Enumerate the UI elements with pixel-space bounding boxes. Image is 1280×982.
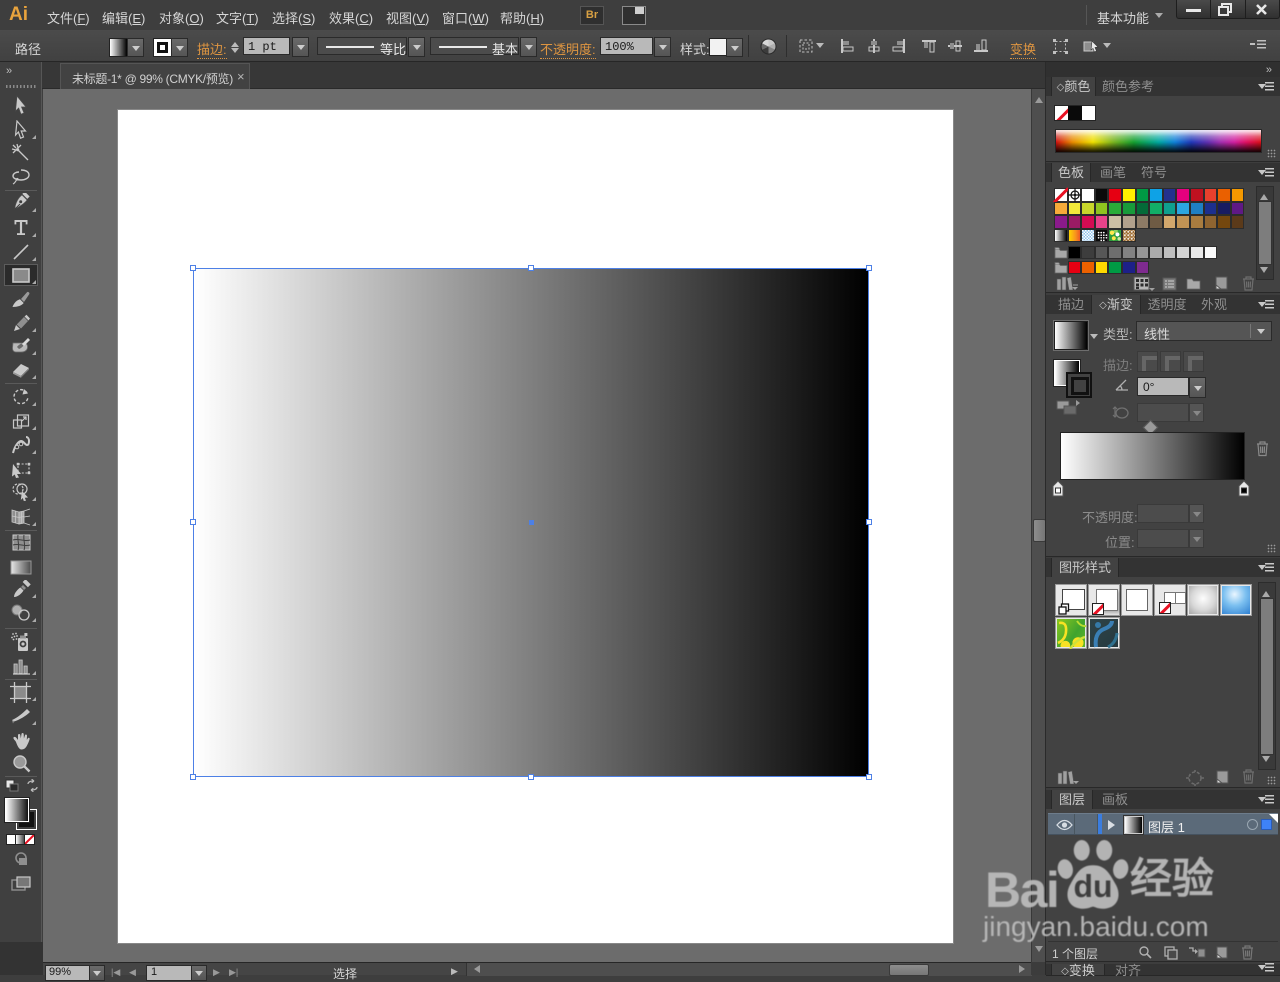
svg-text:du: du: [1074, 868, 1113, 904]
